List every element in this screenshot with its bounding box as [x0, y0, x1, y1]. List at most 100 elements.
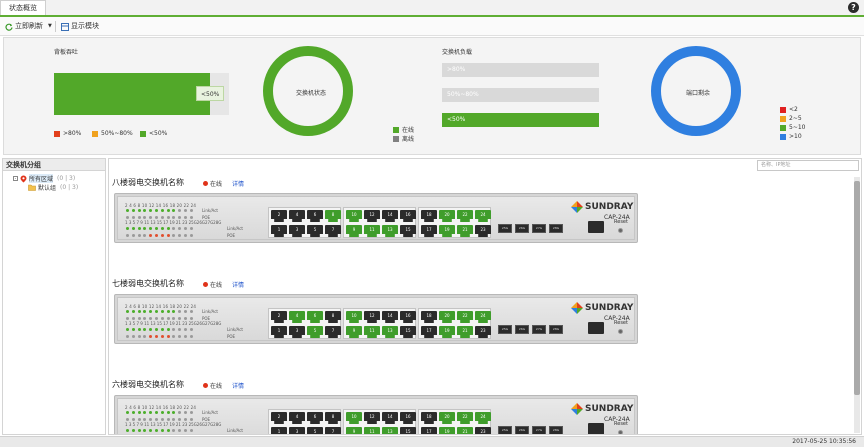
ethernet-port[interactable]: 12 — [364, 311, 380, 323]
show-modules-button[interactable]: 显示模块 — [61, 21, 99, 32]
ethernet-port[interactable]: 6 — [307, 210, 323, 222]
ethernet-port[interactable]: 8 — [325, 311, 341, 323]
console-port[interactable] — [588, 322, 604, 334]
sfp-port[interactable]: 26G — [515, 224, 529, 233]
ethernet-port[interactable]: 1 — [271, 225, 287, 237]
sfp-port[interactable]: 28G — [549, 325, 563, 334]
ethernet-port[interactable]: 16 — [400, 412, 416, 424]
details-link[interactable]: 详情 — [232, 381, 244, 390]
ethernet-port[interactable]: 14 — [382, 311, 398, 323]
console-port[interactable] — [588, 423, 604, 434]
tree-root[interactable]: - 所有区域 (0 | 3) — [13, 174, 75, 183]
ethernet-port[interactable]: 19 — [439, 326, 455, 338]
details-link[interactable]: 详情 — [232, 179, 244, 188]
tab-status-overview[interactable]: 状态概览 — [0, 0, 46, 15]
sfp-port[interactable]: 27G — [532, 426, 546, 434]
ethernet-port[interactable]: 13 — [382, 225, 398, 237]
search-input[interactable]: 名称、IP地址 — [757, 160, 859, 171]
ethernet-port[interactable]: 8 — [325, 412, 341, 424]
details-link[interactable]: 详情 — [232, 280, 244, 289]
ethernet-port[interactable]: 16 — [400, 311, 416, 323]
ethernet-port[interactable]: 9 — [346, 427, 362, 434]
ethernet-port[interactable]: 7 — [325, 225, 341, 237]
ethernet-port[interactable]: 12 — [364, 412, 380, 424]
vertical-scrollbar[interactable] — [854, 177, 860, 433]
refresh-button[interactable]: 立即刷新 ▼ — [5, 21, 52, 32]
ethernet-port[interactable]: 17 — [421, 326, 437, 338]
help-icon[interactable]: ? — [848, 2, 859, 13]
ethernet-port[interactable]: 22 — [457, 412, 473, 424]
ethernet-port[interactable]: 18 — [421, 311, 437, 323]
ethernet-port[interactable]: 15 — [400, 427, 416, 434]
tree-child-default[interactable]: 默认组 (0 | 3) — [28, 183, 78, 192]
ethernet-port[interactable]: 24 — [475, 311, 491, 323]
sfp-port[interactable]: 28G — [549, 224, 563, 233]
ethernet-port[interactable]: 20 — [439, 412, 455, 424]
ethernet-port[interactable]: 23 — [475, 225, 491, 237]
ethernet-port[interactable]: 6 — [307, 311, 323, 323]
sfp-port[interactable]: 28G — [549, 426, 563, 434]
ethernet-port[interactable]: 21 — [457, 326, 473, 338]
ethernet-port[interactable]: 24 — [475, 210, 491, 222]
reset-button[interactable] — [618, 430, 623, 434]
ethernet-port[interactable]: 18 — [421, 412, 437, 424]
ethernet-port[interactable]: 1 — [271, 427, 287, 434]
ethernet-port[interactable]: 11 — [364, 225, 380, 237]
sfp-port[interactable]: 27G — [532, 325, 546, 334]
sfp-port[interactable]: 25G — [498, 426, 512, 434]
ethernet-port[interactable]: 18 — [421, 210, 437, 222]
ethernet-port[interactable]: 7 — [325, 326, 341, 338]
ethernet-port[interactable]: 21 — [457, 225, 473, 237]
ethernet-port[interactable]: 15 — [400, 225, 416, 237]
ethernet-port[interactable]: 4 — [289, 311, 305, 323]
console-port[interactable] — [588, 221, 604, 233]
ethernet-port[interactable]: 23 — [475, 427, 491, 434]
ethernet-port[interactable]: 9 — [346, 326, 362, 338]
ethernet-port[interactable]: 10 — [346, 311, 362, 323]
chevron-down-icon[interactable]: ▼ — [48, 21, 52, 32]
ethernet-port[interactable]: 19 — [439, 427, 455, 434]
ethernet-port[interactable]: 21 — [457, 427, 473, 434]
ethernet-port[interactable]: 3 — [289, 326, 305, 338]
ethernet-port[interactable]: 22 — [457, 210, 473, 222]
ethernet-port[interactable]: 10 — [346, 210, 362, 222]
ethernet-port[interactable]: 17 — [421, 427, 437, 434]
ethernet-port[interactable]: 15 — [400, 326, 416, 338]
ethernet-port[interactable]: 3 — [289, 427, 305, 434]
sfp-port[interactable]: 27G — [532, 224, 546, 233]
ethernet-port[interactable]: 4 — [289, 412, 305, 424]
switch-device-panel[interactable]: 2 4 6 8 10 12 14 16 18 20 22 24 1 3 5 7 9… — [114, 395, 638, 434]
sfp-port[interactable]: 26G — [515, 325, 529, 334]
ethernet-port[interactable]: 12 — [364, 210, 380, 222]
ethernet-port[interactable]: 23 — [475, 326, 491, 338]
switch-device-panel[interactable]: 2 4 6 8 10 12 14 16 18 20 22 24 1 3 5 7 9… — [114, 294, 638, 344]
ethernet-port[interactable]: 13 — [382, 326, 398, 338]
ethernet-port[interactable]: 9 — [346, 225, 362, 237]
switch-device-panel[interactable]: 2 4 6 8 10 12 14 16 18 20 22 24 1 3 5 7 9… — [114, 193, 638, 243]
ethernet-port[interactable]: 10 — [346, 412, 362, 424]
ethernet-port[interactable]: 8 — [325, 210, 341, 222]
ethernet-port[interactable]: 24 — [475, 412, 491, 424]
ethernet-port[interactable]: 20 — [439, 311, 455, 323]
collapse-icon[interactable]: - — [13, 176, 18, 181]
reset-button[interactable] — [618, 228, 623, 233]
ethernet-port[interactable]: 11 — [364, 326, 380, 338]
ethernet-port[interactable]: 16 — [400, 210, 416, 222]
ethernet-port[interactable]: 2 — [271, 311, 287, 323]
ethernet-port[interactable]: 5 — [307, 326, 323, 338]
ethernet-port[interactable]: 14 — [382, 210, 398, 222]
ethernet-port[interactable]: 11 — [364, 427, 380, 434]
ethernet-port[interactable]: 19 — [439, 225, 455, 237]
ethernet-port[interactable]: 2 — [271, 210, 287, 222]
ethernet-port[interactable]: 13 — [382, 427, 398, 434]
reset-button[interactable] — [618, 329, 623, 334]
scrollbar-thumb[interactable] — [854, 181, 860, 395]
ethernet-port[interactable]: 2 — [271, 412, 287, 424]
ethernet-port[interactable]: 7 — [325, 427, 341, 434]
ethernet-port[interactable]: 5 — [307, 427, 323, 434]
ethernet-port[interactable]: 3 — [289, 225, 305, 237]
sfp-port[interactable]: 26G — [515, 426, 529, 434]
ethernet-port[interactable]: 4 — [289, 210, 305, 222]
ethernet-port[interactable]: 22 — [457, 311, 473, 323]
ethernet-port[interactable]: 17 — [421, 225, 437, 237]
